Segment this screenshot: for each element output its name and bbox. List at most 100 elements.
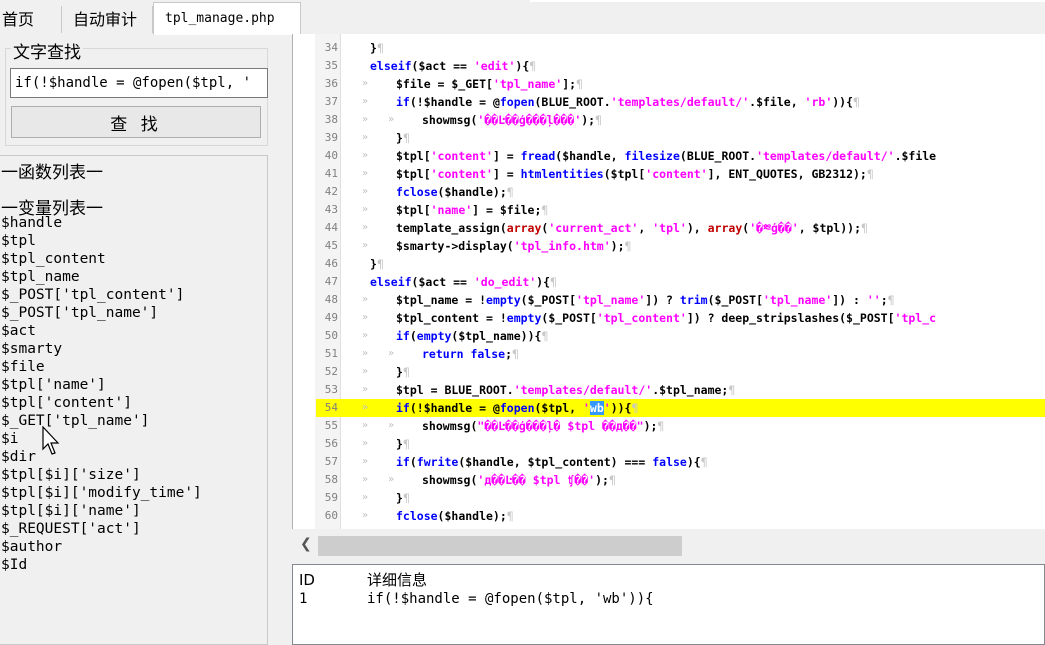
variable-list-item[interactable]: $tpl_content xyxy=(1,250,202,268)
function-list-title: 一函数列表一 xyxy=(1,163,103,183)
variable-list-item[interactable]: $dir xyxy=(1,448,202,466)
code-text: showmsg('д��Ŀ�� $tpl ʧ��');¶ xyxy=(422,473,616,487)
line-number: 50 xyxy=(324,329,338,342)
search-button[interactable]: 查 找 xyxy=(11,106,261,138)
code-line[interactable]: 37 » if(!$handle = @fopen(BLUE_ROOT.'templ… xyxy=(316,93,1045,111)
variable-list-item[interactable]: $tpl['name'] xyxy=(1,376,202,394)
code-line[interactable]: 58 » » showmsg('д��Ŀ�� $tpl ʧ��');¶ xyxy=(316,471,1045,489)
code-line[interactable]: 38 » » showmsg('��Ŀ��ģ���ļ���');¶ xyxy=(316,111,1045,129)
code-text: if(empty($tpl_name)){¶ xyxy=(396,329,549,343)
variable-list-item[interactable]: $tpl_name xyxy=(1,268,202,286)
code-line[interactable]: 50 » if(empty($tpl_name)){¶ xyxy=(316,327,1045,345)
code-line[interactable]: 41 » $tpl['content'] = htmlentities($tpl['… xyxy=(316,165,1045,183)
tab-marker: » xyxy=(362,492,369,503)
code-line[interactable]: 34}¶ xyxy=(316,39,1045,57)
details-header-id: ID xyxy=(299,571,315,589)
line-number: 57 xyxy=(324,455,338,468)
code-text: }¶ xyxy=(370,41,384,55)
tab-marker: » xyxy=(388,348,395,359)
code-text: return false;¶ xyxy=(422,347,519,361)
scrollbar-thumb[interactable] xyxy=(318,536,682,556)
code-line[interactable]: 47 elseif($act == 'do_edit'){¶ xyxy=(316,273,1045,291)
code-text: if(!$handle = @fopen($tpl, 'wb')){¶ xyxy=(396,401,639,415)
tab-marker: » xyxy=(388,474,395,485)
tab-marker: » xyxy=(362,204,369,215)
variable-list-item[interactable]: $tpl[$i]['size'] xyxy=(1,466,202,484)
variable-list-item[interactable]: $_POST['tpl_content'] xyxy=(1,286,202,304)
code-line[interactable]: 54 » if(!$handle = @fopen($tpl, 'wb')){¶ xyxy=(316,399,1045,417)
code-text: elseif($act == 'do_edit'){¶ xyxy=(370,275,557,289)
line-number: 54 xyxy=(324,401,338,414)
tab-marker: » xyxy=(362,474,369,485)
variable-list-item[interactable]: $tpl[$i]['name'] xyxy=(1,502,202,520)
tab-marker: » xyxy=(362,186,369,197)
code-line[interactable]: 45 » $smarty->display('tpl_info.htm');¶ xyxy=(316,237,1045,255)
variable-list: $handle $tpl $tpl_content $tpl_name $_POST['… xyxy=(1,214,202,574)
line-number: 59 xyxy=(324,491,338,504)
details-row-info[interactable]: if(!$handle = @fopen($tpl, 'wb')){ xyxy=(367,590,654,609)
code-text: }¶ xyxy=(396,131,410,145)
code-line[interactable]: 44 » template_assign(array('current_act', … xyxy=(316,219,1045,237)
code-line[interactable]: 46}¶ xyxy=(316,255,1045,273)
tab-tpl-manage[interactable]: tpl_manage.php xyxy=(153,2,301,35)
code-line[interactable]: 56 »}¶ xyxy=(316,435,1045,453)
variable-list-item[interactable]: $tpl xyxy=(1,232,202,250)
code-line[interactable]: 35 elseif($act == 'edit'){¶ xyxy=(316,57,1045,75)
tab-auto-audit[interactable]: 自动审计 xyxy=(63,6,153,33)
tab-bar: 首页 自动审计 tpl_manage.php xyxy=(0,0,1045,35)
tab-marker: » xyxy=(362,114,369,125)
search-input[interactable] xyxy=(10,68,268,98)
code-line[interactable]: 43 » $tpl['name'] = $file;¶ xyxy=(316,201,1045,219)
variable-list-item[interactable]: $file xyxy=(1,358,202,376)
code-line[interactable]: 52 »}¶ xyxy=(316,363,1045,381)
line-number: 35 xyxy=(324,59,338,72)
scroll-left-icon[interactable]: ❮ xyxy=(300,536,312,552)
line-number: 47 xyxy=(324,275,338,288)
code-line[interactable]: 53 » $tpl = BLUE_ROOT.'templates/default/'… xyxy=(316,381,1045,399)
variable-list-item[interactable]: $tpl[$i]['modify_time'] xyxy=(1,484,202,502)
details-row-id[interactable]: 1 xyxy=(299,590,307,609)
code-line[interactable]: 51 » » return false;¶ xyxy=(316,345,1045,363)
code-editor-border xyxy=(292,34,293,529)
tab-marker: » xyxy=(362,510,369,521)
code-line[interactable]: 39 »}¶ xyxy=(316,129,1045,147)
code-text: $tpl['content'] = htmlentities($tpl['con… xyxy=(396,167,874,181)
variable-list-item[interactable]: $_POST['tpl_name'] xyxy=(1,304,202,322)
line-number: 36 xyxy=(324,77,338,90)
code-line[interactable]: 36 » $file = $_GET['tpl_name'];¶ xyxy=(316,75,1045,93)
code-line[interactable]: 48 » $tpl_name = !empty($_POST['tpl_name']… xyxy=(316,291,1045,309)
code-text: $tpl['name'] = $file;¶ xyxy=(396,203,549,217)
code-line[interactable]: 59 » }¶ xyxy=(316,489,1045,507)
tab-marker: » xyxy=(388,420,395,431)
line-number: 53 xyxy=(324,383,338,396)
variable-list-item[interactable]: $tpl['content'] xyxy=(1,394,202,412)
line-number: 37 xyxy=(324,95,338,108)
code-line[interactable]: 42 » fclose($handle);¶ xyxy=(316,183,1045,201)
line-number: 44 xyxy=(324,221,338,234)
line-number: 56 xyxy=(324,437,338,450)
tab-marker: » xyxy=(362,168,369,179)
code-line[interactable]: 49 » $tpl_content = !empty($_POST['tpl_con… xyxy=(316,309,1045,327)
line-number: 43 xyxy=(324,203,338,216)
code-text: $file = $_GET['tpl_name'];¶ xyxy=(396,77,583,91)
variable-list-item[interactable]: $author xyxy=(1,538,202,556)
variable-list-item[interactable]: $i xyxy=(1,430,202,448)
code-line[interactable]: 55 » » showmsg("��Ŀ��ģ���ļ� $tpl ��д��");¶ xyxy=(316,417,1045,435)
variable-list-item[interactable]: $smarty xyxy=(1,340,202,358)
variable-list-item[interactable]: $act xyxy=(1,322,202,340)
tab-home[interactable]: 首页 xyxy=(0,6,62,33)
variable-list-item[interactable]: $handle xyxy=(1,214,202,232)
code-text: fclose($handle);¶ xyxy=(396,509,514,523)
code-text: }¶ xyxy=(396,491,410,505)
tab-marker: » xyxy=(362,438,369,449)
code-line[interactable]: 60 » fclose($handle);¶ xyxy=(316,507,1045,525)
line-number: 49 xyxy=(324,311,338,324)
line-number: 38 xyxy=(324,113,338,126)
variable-list-item[interactable]: $_REQUEST['act'] xyxy=(1,520,202,538)
code-text: }¶ xyxy=(396,365,410,379)
variable-list-item[interactable]: $Id xyxy=(1,556,202,574)
variable-list-item[interactable]: $_GET['tpl_name'] xyxy=(1,412,202,430)
code-line[interactable]: 40 » $tpl['content'] = fread($handle, file… xyxy=(316,147,1045,165)
tab-marker: » xyxy=(362,222,369,233)
code-line[interactable]: 57 » if(fwrite($handle, $tpl_content) === … xyxy=(316,453,1045,471)
